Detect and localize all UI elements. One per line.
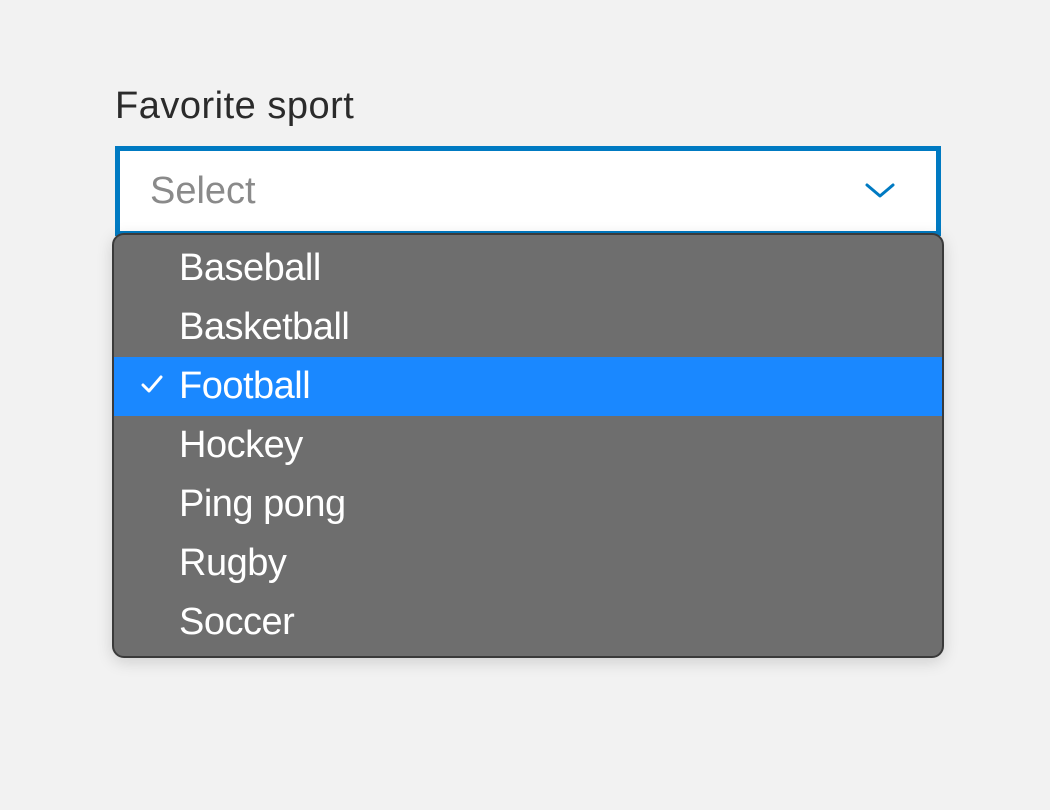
option-label: Baseball: [179, 247, 321, 290]
option-label: Football: [179, 365, 310, 408]
dropdown-option[interactable]: Football: [114, 357, 942, 416]
option-label: Hockey: [179, 424, 303, 467]
dropdown-option[interactable]: Rugby: [114, 534, 942, 593]
dropdown-option[interactable]: Ping pong: [114, 475, 942, 534]
dropdown-panel: Baseball Basketball Football Hockey Ping pon…: [112, 233, 944, 658]
select-placeholder: Select: [150, 170, 256, 213]
select-field-container: Favorite sport Select BaseballBasketball…: [115, 85, 941, 236]
option-label: Soccer: [179, 601, 294, 644]
option-label: Rugby: [179, 542, 286, 585]
check-icon: [139, 371, 165, 402]
chevron-down-icon: [864, 182, 896, 200]
dropdown-option[interactable]: Hockey: [114, 416, 942, 475]
field-label: Favorite sport: [115, 85, 941, 128]
option-label: Basketball: [179, 306, 349, 349]
option-label: Ping pong: [179, 483, 346, 526]
select-trigger[interactable]: Select: [115, 146, 941, 236]
dropdown-option[interactable]: Baseball: [114, 239, 942, 298]
dropdown-option[interactable]: Soccer: [114, 593, 942, 652]
check-slot: [139, 371, 179, 402]
dropdown-option[interactable]: Basketball: [114, 298, 942, 357]
